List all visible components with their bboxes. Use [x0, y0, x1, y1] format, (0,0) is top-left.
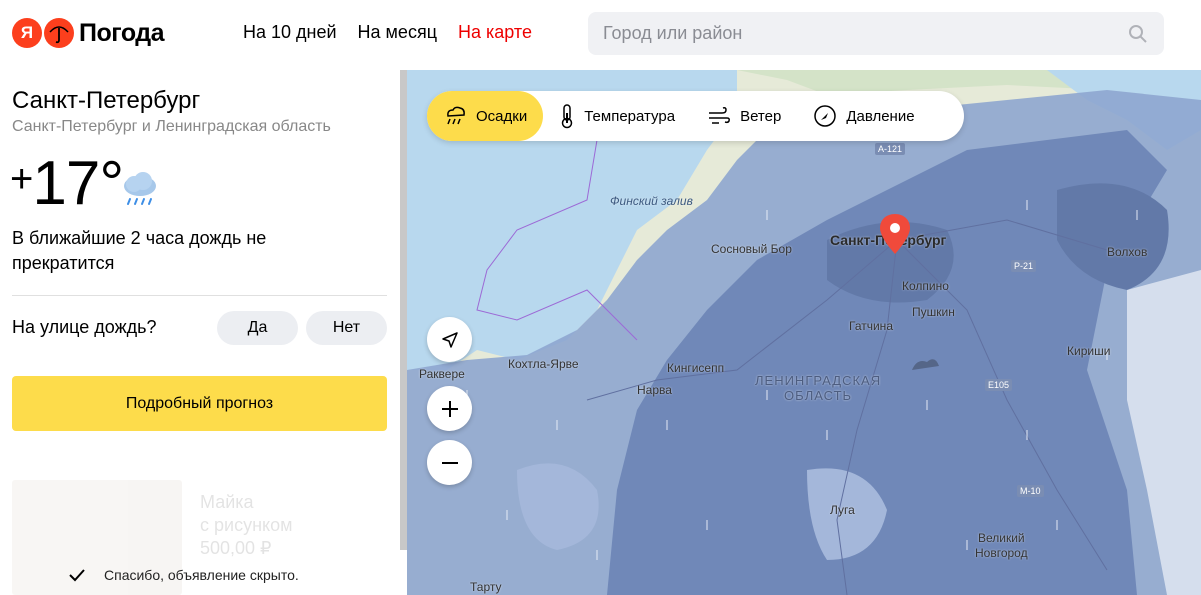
pressure-icon [814, 105, 837, 127]
header: Я Погода На 10 дней На месяц На карте [0, 0, 1201, 70]
umbrella-logo-icon [44, 18, 74, 48]
region-name[interactable]: Санкт-Петербург и Ленинградская область [12, 118, 331, 136]
current-temperature: +17° [10, 148, 124, 219]
main-nav: На 10 дней На месяц На карте [243, 22, 532, 43]
map-label-gatchina: Гатчина [849, 319, 893, 333]
map-background [407, 70, 1201, 595]
nav-map[interactable]: На карте [458, 22, 532, 43]
scrollbar[interactable] [400, 70, 407, 550]
map-label-sosnovy-bor: Сосновый Бор [711, 242, 792, 256]
map-label-pushkin: Пушкин [912, 305, 955, 319]
road-badge: Е105 [985, 379, 1013, 391]
weather-panel: Санкт-Петербург Санкт-Петербург и Ленинг… [0, 70, 400, 595]
check-icon [69, 569, 85, 582]
yandex-logo-icon: Я [12, 18, 42, 48]
map-label-novgorod-line2: Новгород [975, 546, 1028, 560]
ad-hidden-text: Спасибо, объявление скрыто. [104, 567, 299, 583]
rain-question: На улице дождь? [12, 317, 157, 337]
map-label-kingisepp: Кингисепп [667, 361, 725, 375]
layer-pressure[interactable]: Давление [797, 91, 930, 141]
map-label-region-line2: ОБЛАСТЬ [784, 388, 853, 403]
map-label-narva: Нарва [637, 383, 672, 397]
layer-precipitation-label: Осадки [476, 107, 528, 125]
weather-map[interactable]: Финский залив Санкт-Петербург Сосновый Б… [407, 70, 1201, 595]
zoom-out-button[interactable] [427, 440, 472, 485]
precipitation-icon [447, 106, 465, 125]
layer-wind-label: Ветер [740, 107, 782, 125]
wind-icon [709, 107, 731, 124]
ad-hidden-notice: Спасибо, объявление скрыто. [68, 567, 299, 583]
logo[interactable]: Я Погода [12, 18, 165, 48]
layer-pressure-label: Давление [846, 107, 915, 125]
navigation-arrow-icon [441, 331, 458, 348]
map-label-novgorod: Великий Новгород [975, 531, 1028, 561]
nowcast-text: В ближайшие 2 часа дождь не прекратится [12, 228, 267, 273]
detailed-forecast-button[interactable]: Подробный прогноз [12, 376, 387, 431]
layer-temperature[interactable]: Температура [543, 91, 691, 141]
map-label-region-line1: ЛЕНИНГРАДСКАЯ [755, 373, 882, 388]
map-label-gulf: Финский залив [610, 194, 693, 208]
location-pin-icon[interactable] [877, 212, 913, 256]
logo-text: Погода [79, 18, 165, 47]
road-badge: М-10 [1017, 485, 1044, 497]
search-box [588, 12, 1164, 55]
yes-button[interactable]: Да [217, 311, 298, 345]
map-label-rakvere: Раквере [419, 367, 465, 381]
divider [12, 295, 387, 296]
map-label-kirishi: Кириши [1067, 344, 1111, 358]
search-icon[interactable] [1128, 24, 1148, 44]
map-layer-selector: Осадки Температура Ветер Давление [427, 91, 964, 141]
road-badge: Р-21 [1011, 260, 1037, 272]
layer-temperature-label: Температура [584, 107, 676, 125]
map-label-kolpino: Колпино [902, 279, 949, 293]
map-label-volkhov: Волхов [1107, 245, 1148, 259]
ad-title: Майка [200, 492, 254, 512]
ad-price: 500,00 ₽ [200, 538, 272, 558]
map-label-tartu: Тарту [470, 580, 502, 594]
map-label-novgorod-line1: Великий [977, 531, 1025, 545]
layer-wind[interactable]: Ветер [691, 91, 797, 141]
road-badge: А-121 [875, 143, 906, 155]
plus-icon [441, 400, 458, 417]
city-name: Санкт-Петербург [12, 87, 201, 114]
no-button[interactable]: Нет [306, 311, 387, 345]
ad-subtitle: с рисунком [200, 515, 293, 535]
map-label-region: ЛЕНИНГРАДСКАЯ ОБЛАСТЬ [755, 373, 881, 403]
cloud-rain-icon [124, 172, 156, 205]
temp-value: 17° [32, 149, 124, 218]
nav-month[interactable]: На месяц [358, 22, 437, 43]
locate-me-button[interactable] [427, 317, 472, 362]
search-input[interactable] [588, 12, 1108, 55]
zoom-in-button[interactable] [427, 386, 472, 431]
minus-icon [441, 461, 458, 464]
map-label-luga: Луга [830, 503, 855, 517]
temp-sign: + [10, 157, 33, 201]
thermometer-icon [561, 104, 573, 129]
layer-precipitation[interactable]: Осадки [427, 91, 544, 141]
map-label-kohtla-jarve: Кохтла-Ярве [508, 357, 579, 371]
nav-10-days[interactable]: На 10 дней [243, 22, 337, 43]
